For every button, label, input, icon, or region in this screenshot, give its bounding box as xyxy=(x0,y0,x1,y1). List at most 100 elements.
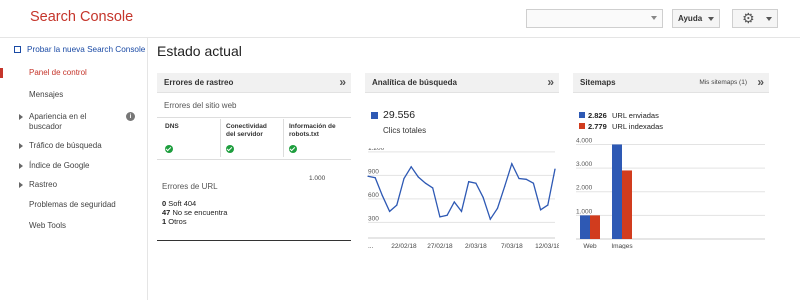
total-clicks-label: Clics totales xyxy=(383,126,427,135)
data-point xyxy=(468,181,470,183)
sidebar-item-label: Índice de Google xyxy=(29,161,90,170)
data-point xyxy=(367,175,369,177)
x-tick-label: Images xyxy=(611,243,633,249)
settings-button[interactable]: ⚙ xyxy=(732,9,778,28)
gear-icon: ⚙ xyxy=(742,11,755,27)
data-point xyxy=(532,182,535,184)
expand-arrow-icon xyxy=(19,143,23,149)
sitemaps-header[interactable]: Sitemaps Mis sitemaps (1) » xyxy=(573,73,769,93)
app-title[interactable]: Search Console xyxy=(30,9,133,25)
url-error-label: Soft 404 xyxy=(168,199,197,208)
x-tick-label: Web xyxy=(583,243,597,249)
data-point xyxy=(374,177,376,179)
data-point xyxy=(489,218,491,220)
card-title: Analítica de búsqueda xyxy=(372,78,457,87)
new-search-console-link[interactable]: Probar la nueva Search Console xyxy=(14,45,145,54)
info-icon[interactable]: i xyxy=(126,112,135,121)
sidebar-item-security-issues[interactable]: Problemas de seguridad xyxy=(0,200,147,210)
url-errors-list: 0 Soft 404 47 No se encuentra 1 Otros xyxy=(162,199,227,226)
data-point xyxy=(410,166,412,168)
crawl-errors-card: Errores de rastreo » Errores del sitio w… xyxy=(157,73,351,243)
divider xyxy=(157,117,351,118)
help-label: Ayuda xyxy=(678,14,703,23)
card-title: Sitemaps xyxy=(580,78,616,87)
expand-icon[interactable]: » xyxy=(547,73,554,92)
data-point xyxy=(460,210,463,212)
legend-swatch-indexed xyxy=(579,123,585,129)
search-analytics-header[interactable]: Analítica de búsqueda » xyxy=(365,73,559,93)
legend-label-submitted: URL enviadas xyxy=(612,111,659,120)
expand-icon[interactable]: » xyxy=(757,73,764,92)
sidebar-item-web-tools[interactable]: Web Tools xyxy=(0,221,147,231)
sidebar-item-label: Mensajes xyxy=(29,90,64,99)
y-tick-label: 300 xyxy=(368,215,379,222)
y-tick-label: 4.000 xyxy=(576,137,593,144)
site-error-label-line2: del servidor xyxy=(226,131,263,138)
search-analytics-card: Analítica de búsqueda » 29.556 Clics tot… xyxy=(365,73,559,250)
expand-arrow-icon xyxy=(19,114,23,120)
site-error-robots[interactable]: Información de robots.txt xyxy=(284,119,348,157)
sitemaps-bar-chart[interactable]: 2.826 URL enviadas 2.779 URL indexadas 4.000… xyxy=(573,109,769,249)
data-point xyxy=(504,185,506,187)
data-point xyxy=(424,182,427,184)
data-point xyxy=(547,204,549,206)
data-point xyxy=(540,209,542,211)
external-link-icon xyxy=(14,46,21,53)
crawl-errors-header[interactable]: Errores de rastreo » xyxy=(157,73,351,93)
site-error-label: Conectividad xyxy=(226,123,267,130)
x-tick-label: 27/02/18 xyxy=(427,243,453,250)
site-error-server-connectivity[interactable]: Conectividad del servidor xyxy=(221,119,284,157)
url-errors-axis-tick: 1.000 xyxy=(309,175,326,182)
bar-web-indexed xyxy=(590,215,600,239)
property-selector[interactable] xyxy=(526,9,663,28)
data-point xyxy=(439,216,441,218)
data-point xyxy=(396,204,398,206)
site-error-dns[interactable]: DNS xyxy=(160,119,221,157)
expand-icon[interactable]: » xyxy=(339,73,346,92)
card-title: Errores de rastreo xyxy=(164,78,234,87)
sidebar-item-label: Problemas de seguridad xyxy=(29,200,116,209)
help-button[interactable]: Ayuda xyxy=(672,9,720,28)
data-point xyxy=(496,207,499,209)
chevron-down-icon xyxy=(708,17,714,21)
url-errors-baseline xyxy=(157,240,351,241)
check-icon xyxy=(226,145,234,153)
legend-count-submitted: 2.826 xyxy=(588,111,607,120)
bar-images-submitted xyxy=(612,144,622,239)
url-errors-title: Errores de URL xyxy=(162,182,218,191)
url-error-label: Otros xyxy=(168,217,187,226)
sidebar-item-label-line1: Apariencia en el xyxy=(29,112,87,121)
x-tick-label: 2/03/18 xyxy=(465,243,487,250)
site-error-label: DNS xyxy=(165,123,179,130)
url-error-row[interactable]: 1 Otros xyxy=(162,217,227,226)
sidebar: Probar la nueva Search Console Panel de … xyxy=(0,38,148,300)
divider xyxy=(157,159,351,160)
y-tick-label: 1.200 xyxy=(368,148,385,152)
url-error-row[interactable]: 47 No se encuentra xyxy=(162,208,227,217)
sidebar-item-crawl[interactable]: Rastreo xyxy=(0,180,147,190)
check-icon xyxy=(165,145,173,153)
x-tick-label: 12/03/18 xyxy=(535,243,559,250)
url-error-label: No se encuentra xyxy=(172,208,228,217)
clicks-line-chart[interactable]: 1.200 900 600 300... 22/02/18 27/02/18 2/03/18… xyxy=(365,148,559,253)
url-error-row[interactable]: 0 Soft 404 xyxy=(162,199,227,208)
sidebar-item-search-appearance[interactable]: Apariencia en el buscador i xyxy=(0,112,147,132)
sidebar-item-messages[interactable]: Mensajes xyxy=(0,90,147,100)
url-error-count: 1 xyxy=(162,217,167,226)
data-point xyxy=(511,163,513,165)
sidebar-item-search-traffic[interactable]: Tráfico de búsqueda xyxy=(0,141,147,151)
sidebar-item-google-index[interactable]: Índice de Google xyxy=(0,161,147,171)
sitemaps-card: Sitemaps Mis sitemaps (1) » 2.826 URL env… xyxy=(573,73,769,249)
url-error-count: 47 xyxy=(162,208,171,217)
y-tick-label: 900 xyxy=(368,168,379,175)
sidebar-item-dashboard[interactable]: Panel de control xyxy=(0,68,147,78)
data-point xyxy=(525,178,527,180)
my-sitemaps-link[interactable]: Mis sitemaps (1) xyxy=(699,73,747,93)
bar-web-submitted xyxy=(580,215,590,239)
y-tick-label: 600 xyxy=(368,192,379,199)
url-error-count: 0 xyxy=(162,199,167,208)
data-point xyxy=(446,214,448,216)
data-point xyxy=(403,177,405,180)
y-tick-label: 2.000 xyxy=(576,185,593,192)
legend-count-indexed: 2.779 xyxy=(588,122,607,131)
